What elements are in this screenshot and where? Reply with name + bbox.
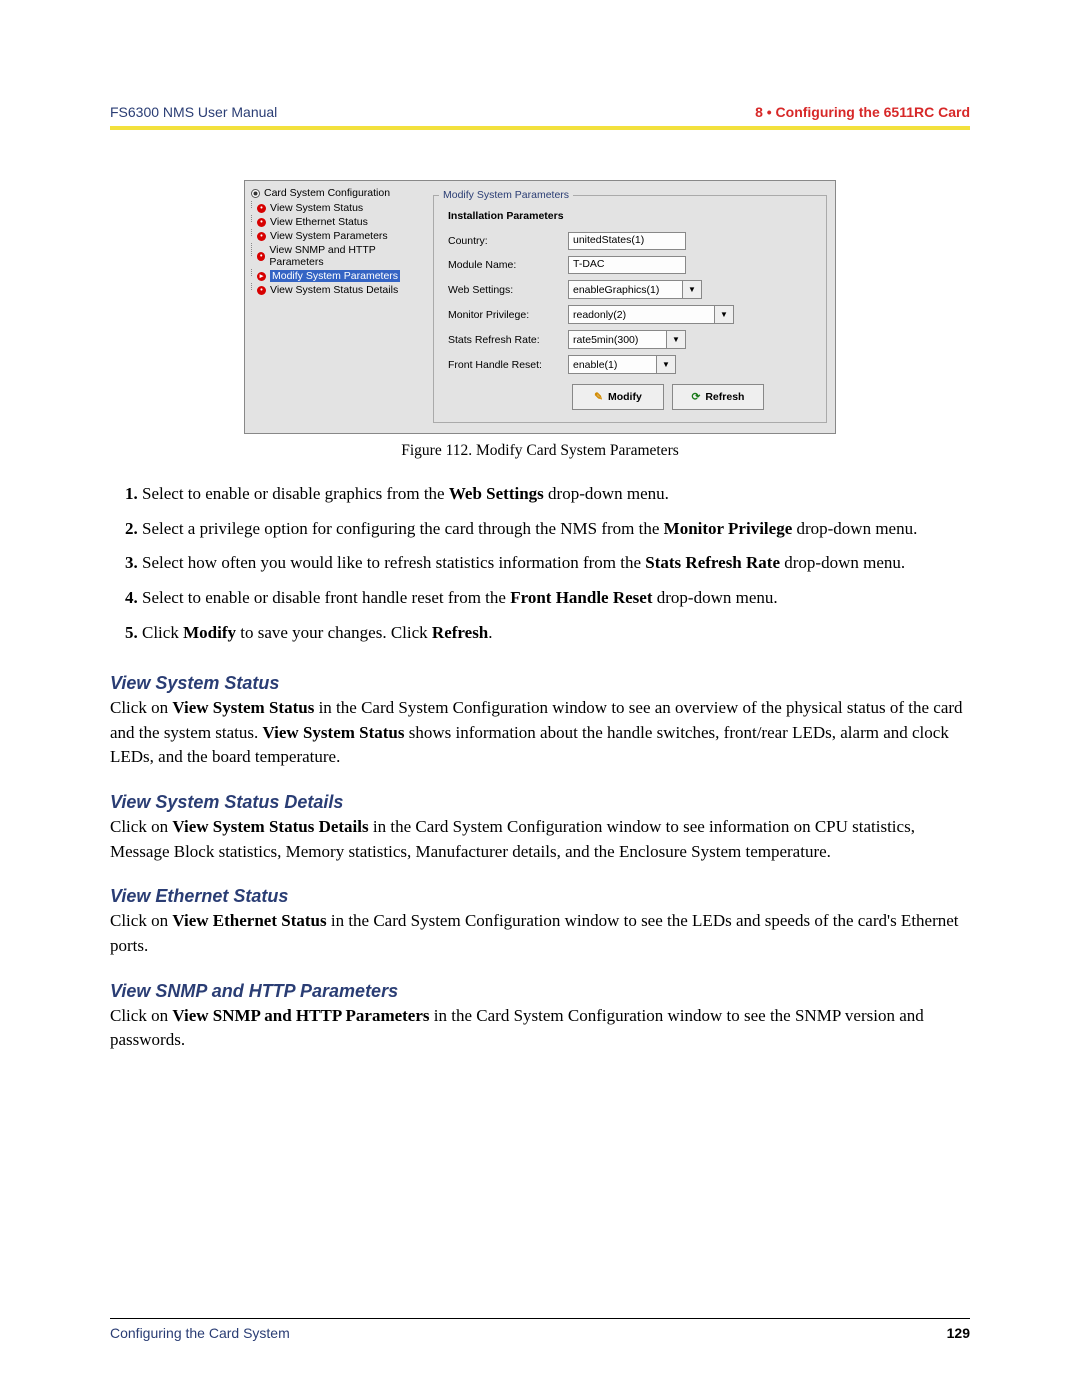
tree-item-label: View Ethernet Status xyxy=(270,216,368,228)
section-body: Click on View System Status Details in t… xyxy=(110,815,970,864)
bullet-icon: • xyxy=(257,286,266,295)
chevron-down-icon: ▼ xyxy=(656,356,675,373)
text-input[interactable]: unitedStates(1) xyxy=(568,232,686,250)
radio-icon xyxy=(251,189,260,198)
chevron-down-icon: ▼ xyxy=(666,331,685,348)
panel-subhead: Installation Parameters xyxy=(448,210,816,222)
step-item: Select a privilege option for configurin… xyxy=(142,517,970,542)
dropdown-value: enableGraphics(1) xyxy=(573,284,659,296)
step-item: Click Modify to save your changes. Click… xyxy=(142,621,970,646)
section-heading: View System Status Details xyxy=(110,792,970,813)
dropdown-value: rate5min(300) xyxy=(573,334,638,346)
field-label: Country: xyxy=(448,235,568,247)
dropdown-value: readonly(2) xyxy=(573,309,626,321)
section-heading: View System Status xyxy=(110,673,970,694)
app-screenshot: Card System Configuration • View System S… xyxy=(244,180,836,434)
tree-item[interactable]: • View System Status xyxy=(257,201,421,215)
form-row: Country:unitedStates(1) xyxy=(448,232,816,250)
step-item: Select to enable or disable front handle… xyxy=(142,586,970,611)
refresh-button-label: Refresh xyxy=(705,391,744,403)
dropdown[interactable]: enableGraphics(1) ▼ xyxy=(568,280,702,299)
field-label: Web Settings: xyxy=(448,284,568,296)
tree-item[interactable]: • View Ethernet Status xyxy=(257,215,421,229)
form-pane: Modify System Parameters Installation Pa… xyxy=(425,181,835,433)
chevron-down-icon: ▼ xyxy=(682,281,701,298)
form-row: Stats Refresh Rate: rate5min(300) ▼ xyxy=(448,330,816,349)
page-footer: Configuring the Card System 129 xyxy=(110,1318,970,1341)
footer-left: Configuring the Card System xyxy=(110,1325,290,1341)
tree-item-label: View System Status xyxy=(270,202,363,214)
header-right: 8 • Configuring the 6511RC Card xyxy=(755,104,970,120)
tree-item[interactable]: ▸ Modify System Parameters xyxy=(257,269,421,283)
tree-item[interactable]: • View SNMP and HTTP Parameters xyxy=(257,243,421,269)
bullet-icon: ▸ xyxy=(257,272,266,281)
dropdown[interactable]: enable(1) ▼ xyxy=(568,355,676,374)
panel-title: Modify System Parameters xyxy=(439,189,573,201)
tree-item[interactable]: • View System Parameters xyxy=(257,229,421,243)
bullet-icon: • xyxy=(257,232,266,241)
tree-item[interactable]: • View System Status Details xyxy=(257,283,421,297)
tree-item-label: View System Status Details xyxy=(270,284,398,296)
field-label: Monitor Privilege: xyxy=(448,309,568,321)
form-row: Monitor Privilege: readonly(2) ▼ xyxy=(448,305,816,324)
text-input[interactable]: T-DAC xyxy=(568,256,686,274)
step-item: Select to enable or disable graphics fro… xyxy=(142,482,970,507)
field-label: Module Name: xyxy=(448,259,568,271)
header-left: FS6300 NMS User Manual xyxy=(110,104,277,120)
page-header: FS6300 NMS User Manual 8 • Configuring t… xyxy=(110,100,970,130)
step-item: Select how often you would like to refre… xyxy=(142,551,970,576)
refresh-button[interactable]: ⟳ Refresh xyxy=(672,384,764,410)
field-label: Stats Refresh Rate: xyxy=(448,334,568,346)
steps-list: Select to enable or disable graphics fro… xyxy=(110,482,970,645)
section-body: Click on View SNMP and HTTP Parameters i… xyxy=(110,1004,970,1053)
form-row: Web Settings: enableGraphics(1) ▼ xyxy=(448,280,816,299)
figure-caption: Figure 112. Modify Card System Parameter… xyxy=(110,442,970,460)
wand-icon: ✎ xyxy=(594,391,603,403)
form-row: Front Handle Reset: enable(1) ▼ xyxy=(448,355,816,374)
section-heading: View SNMP and HTTP Parameters xyxy=(110,981,970,1002)
bullet-icon: • xyxy=(257,204,266,213)
bullet-icon: • xyxy=(257,252,265,261)
tree-item-label: View System Parameters xyxy=(270,230,388,242)
dropdown-value: enable(1) xyxy=(573,359,617,371)
modify-button[interactable]: ✎ Modify xyxy=(572,384,664,410)
tree-item-label: View SNMP and HTTP Parameters xyxy=(269,244,421,268)
bullet-icon: • xyxy=(257,218,266,227)
modify-button-label: Modify xyxy=(608,391,642,403)
section-body: Click on View System Status in the Card … xyxy=(110,696,970,770)
section-heading: View Ethernet Status xyxy=(110,886,970,907)
refresh-icon: ⟳ xyxy=(692,391,701,403)
field-label: Front Handle Reset: xyxy=(448,359,568,371)
form-row: Module Name:T-DAC xyxy=(448,256,816,274)
tree-item-label: Modify System Parameters xyxy=(270,270,400,282)
tree-root-label[interactable]: Card System Configuration xyxy=(264,187,390,199)
dropdown[interactable]: readonly(2) ▼ xyxy=(568,305,734,324)
config-tree: Card System Configuration • View System S… xyxy=(245,181,425,433)
section-body: Click on View Ethernet Status in the Car… xyxy=(110,909,970,958)
dropdown[interactable]: rate5min(300) ▼ xyxy=(568,330,686,349)
chevron-down-icon: ▼ xyxy=(714,306,733,323)
footer-page-number: 129 xyxy=(947,1325,970,1341)
